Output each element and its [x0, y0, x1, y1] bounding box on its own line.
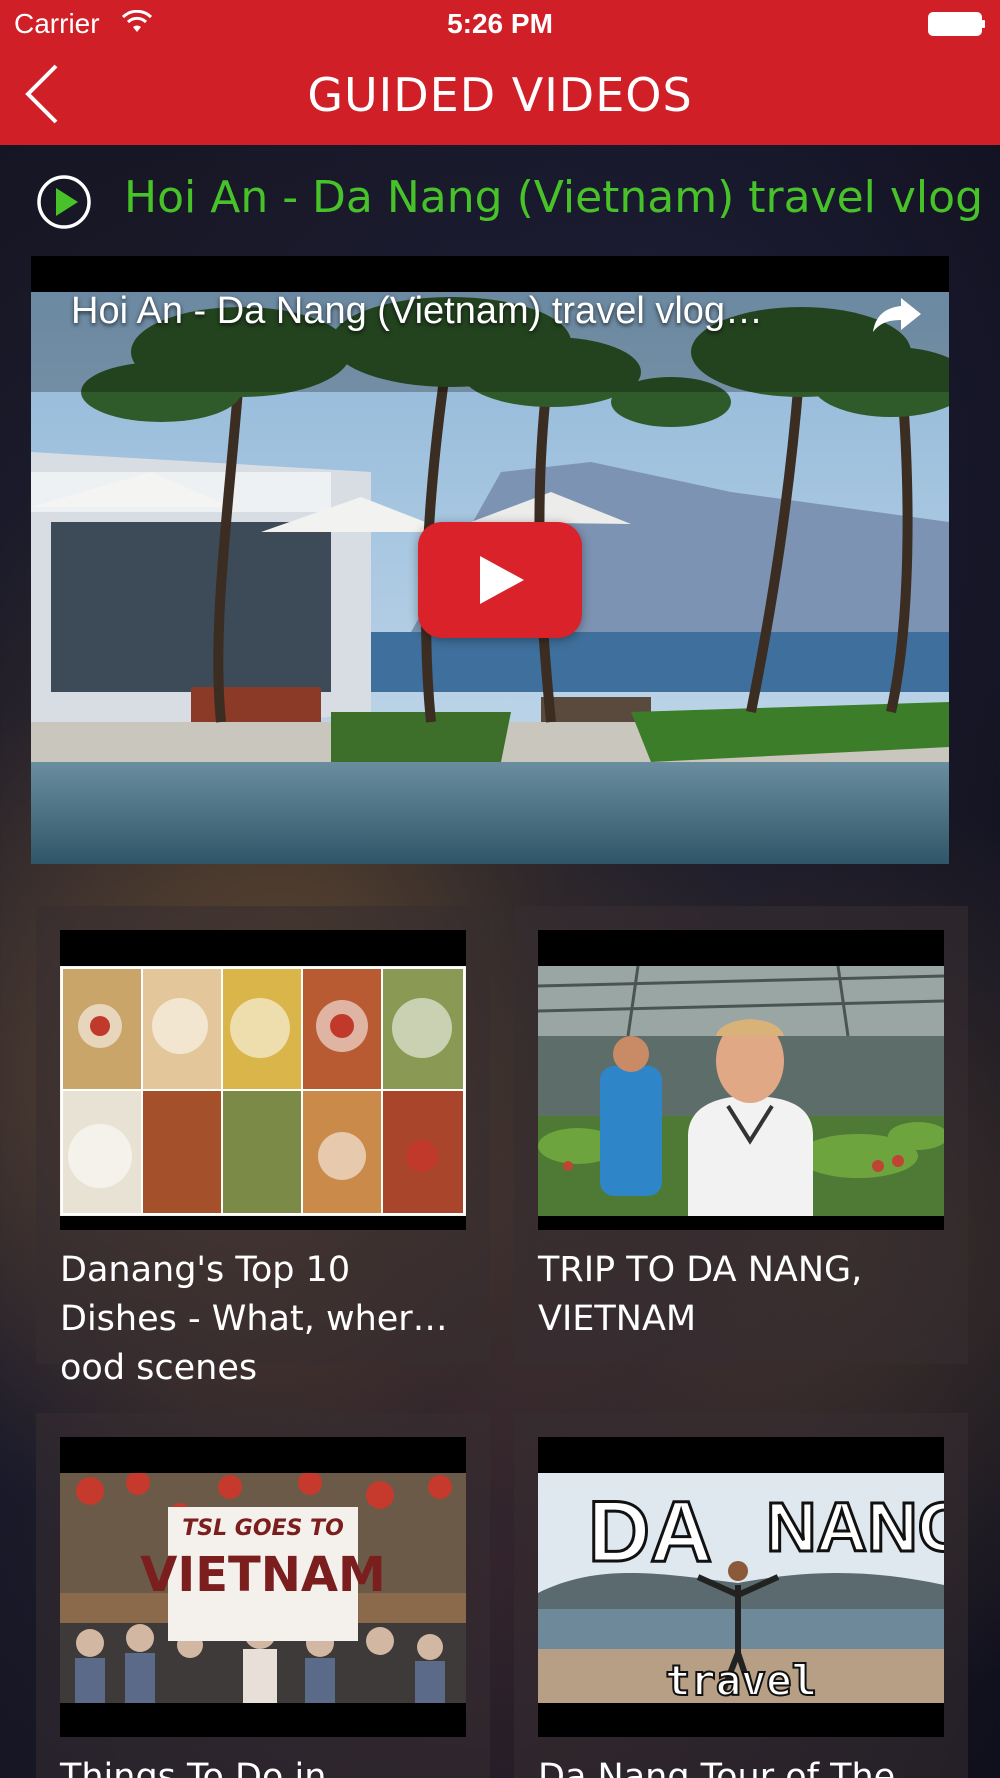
video-card[interactable]: DA NANG travel Da Nang Tour of The: [514, 1413, 968, 1778]
play-circle-icon[interactable]: [36, 174, 92, 230]
video-title: Danang's Top 10 Dishes - What, wher…ood …: [60, 1250, 448, 1388]
video-title: Things To Do in Danang: [60, 1757, 327, 1778]
status-bar: Carrier 5:26 PM: [0, 0, 1000, 50]
beach-image: DA NANG travel: [538, 1473, 944, 1703]
header-bar: Carrier 5:26 PM GUIDED VIDEOS: [0, 0, 1000, 145]
thumb-text-da: DA: [588, 1484, 712, 1580]
street-crowd-image: TSL GOES TO VIETNAM: [60, 1473, 466, 1703]
page-title: GUIDED VIDEOS: [307, 68, 693, 122]
thumb-text-travel: travel: [665, 1656, 817, 1703]
featured-video-title[interactable]: Hoi An - Da Nang (Vietnam) travel vlog: [124, 172, 983, 223]
share-icon[interactable]: [871, 294, 923, 334]
thumb-text-tsl: TSL GOES TO: [182, 1516, 344, 1541]
food-collage-image: [60, 966, 466, 1216]
video-card[interactable]: TSL GOES TO VIETNAM Things To Do in Dana…: [36, 1413, 490, 1778]
video-title: Da Nang Tour of The: [538, 1757, 896, 1778]
status-time: 5:26 PM: [447, 8, 553, 39]
player-video-title: Hoi An - Da Nang (Vietnam) travel vlog…: [71, 290, 764, 332]
thumb-text-vietnam: VIETNAM: [140, 1547, 386, 1603]
youtube-play-button[interactable]: [418, 522, 582, 638]
video-thumbnail: TSL GOES TO VIETNAM: [60, 1437, 466, 1737]
video-thumbnail: DA NANG travel: [538, 1437, 944, 1737]
video-thumbnail: [538, 930, 944, 1230]
featured-video-header: Hoi An - Da Nang (Vietnam) travel vlog: [0, 160, 1000, 240]
video-card[interactable]: TRIP TO DA NANG, VIETNAM: [514, 906, 968, 1364]
battery-icon: [928, 12, 985, 36]
play-icon: [480, 556, 524, 604]
market-image: [538, 966, 944, 1216]
video-player[interactable]: Hoi An - Da Nang (Vietnam) travel vlog…: [31, 256, 949, 864]
video-card[interactable]: Danang's Top 10 Dishes - What, wher…ood …: [36, 906, 490, 1388]
video-thumbnail: [60, 930, 466, 1230]
thumb-text-nang: NANG: [766, 1488, 944, 1566]
video-title: TRIP TO DA NANG, VIETNAM: [538, 1250, 863, 1339]
